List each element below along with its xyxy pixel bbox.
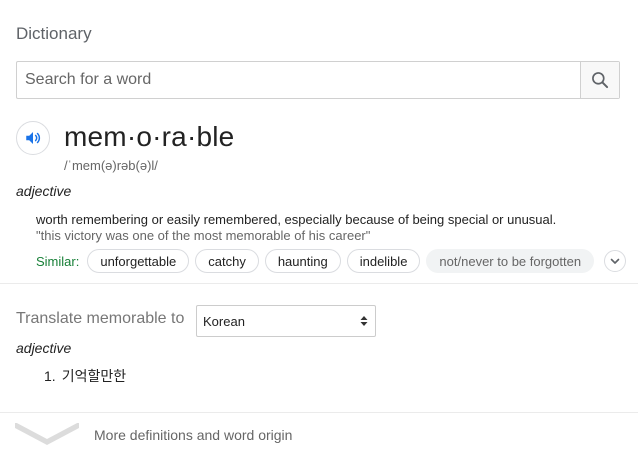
speaker-icon (26, 132, 41, 144)
more-definitions-label: More definitions and word origin (94, 427, 293, 443)
translation-text: 기억할만한 (61, 368, 127, 384)
similar-words: Similar: unforgettable catchy haunting i… (36, 249, 627, 273)
translation-part-of-speech: adjective (16, 340, 72, 356)
headword: mem·o·ra·ble (64, 121, 235, 152)
search-box (16, 61, 620, 99)
similar-chip[interactable]: indelible (346, 249, 421, 273)
language-select[interactable]: Korean (196, 305, 376, 337)
translation-number: 1. (44, 368, 56, 384)
part-of-speech: adjective (16, 183, 72, 199)
similar-chip[interactable]: haunting (264, 249, 341, 273)
translation-item: 1. 기억할만한 (44, 366, 126, 386)
search-input[interactable] (17, 62, 580, 98)
chevron-down-icon (610, 258, 620, 264)
select-arrows-icon (360, 316, 368, 326)
similar-chip[interactable]: catchy (195, 249, 259, 273)
section-divider (0, 283, 638, 284)
dictionary-card: Dictionary mem·o·ra·ble /ˈmem(ə)rəb(ə)l/… (0, 0, 638, 454)
similar-chip[interactable]: not/never to be forgotten (426, 249, 595, 273)
expand-similar-button[interactable] (604, 250, 627, 272)
search-icon (592, 72, 609, 89)
more-definitions-link[interactable]: More definitions and word origin (0, 413, 638, 454)
translate-label: Translate memorable to (16, 310, 185, 327)
example-sentence: "this victory was one of the most memora… (36, 228, 371, 243)
phonetic-spelling: /ˈmem(ə)rəb(ə)l/ (64, 158, 158, 173)
search-button[interactable] (580, 62, 619, 98)
similar-chip[interactable]: unforgettable (87, 249, 190, 273)
similar-label: Similar: (36, 253, 80, 269)
card-heading: Dictionary (16, 24, 92, 43)
definition-text: worth remembering or easily remembered, … (36, 212, 557, 227)
language-select-value: Korean (203, 313, 245, 329)
pronunciation-button[interactable] (16, 121, 50, 155)
expand-chevron-icon (15, 423, 79, 445)
